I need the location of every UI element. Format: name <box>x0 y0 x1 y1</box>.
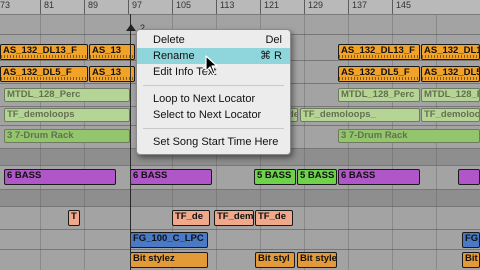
menu-item-label: Rename <box>153 50 195 62</box>
clip-mtdl-128-perc[interactable]: MTDL_128_Perc <box>338 88 420 102</box>
clip-label: FG_100_C_LPC <box>133 233 204 244</box>
ruler-bar-73: 73 <box>0 0 16 14</box>
clip-label: Bit s <box>465 253 479 264</box>
clip-label: TF_de <box>175 211 203 222</box>
menu-separator <box>143 85 284 86</box>
track-lane[interactable] <box>0 190 480 206</box>
clip-as-132-dl13[interactable]: AS_132_DL13_F <box>0 44 88 60</box>
menu-item-label: Set Song Start Time Here <box>153 136 279 148</box>
clip-label: TF_demoloops_ <box>303 109 376 120</box>
clip-label: 5 BASS <box>257 170 292 181</box>
clip-tf-demoloops[interactable]: TF_de <box>255 210 293 226</box>
insert-marker[interactable] <box>130 14 131 270</box>
clip-label: TF_demoloops <box>7 109 75 120</box>
ruler-bar-145: 145 <box>392 0 416 14</box>
clip-label: MTDL_128_Perc <box>7 89 81 100</box>
track-divider <box>0 165 480 166</box>
ruler-bar-105: 105 <box>172 0 196 14</box>
clip-label: 3 7-Drum Rack <box>341 130 408 141</box>
locator-context-menu: Delete Del Rename ⌘ R Edit Info Text Loo… <box>136 29 291 155</box>
clip-5-bass[interactable]: 5 BASS <box>297 169 337 185</box>
ruler-bar-113: 113 <box>216 0 240 14</box>
clip-as-132-dl13[interactable]: AS_132_DL13_F <box>421 44 480 60</box>
track-lane[interactable] <box>0 250 480 270</box>
shortcut-label: Del <box>265 34 282 46</box>
clip-label: MTDL_128_Perc <box>424 89 479 100</box>
clip-label: TF_dem <box>217 211 254 222</box>
clip-label: T <box>71 211 77 222</box>
clip-drum-rack[interactable]: 3 7-Drum Rack <box>4 129 130 143</box>
clip-tf-demoloops[interactable]: TF_de <box>172 210 210 226</box>
menu-item-loop-to-next-locator[interactable]: Loop to Next Locator <box>137 91 290 107</box>
clip-label: 3 7-Drum Rack <box>7 130 74 141</box>
track-divider <box>0 229 480 230</box>
track-divider <box>0 189 480 190</box>
beat-time-ruler[interactable]: 73 81 89 97 105 113 121 129 137 145 <box>0 0 480 15</box>
grid-line <box>304 15 305 270</box>
clip-6-bass[interactable] <box>458 169 480 185</box>
ruler-bar-129: 129 <box>304 0 328 14</box>
mouse-pointer-icon <box>205 55 218 75</box>
clip-label: MTDL_128_Perc <box>341 89 415 100</box>
clip-label: 6 BASS <box>133 170 168 181</box>
clip-tf-demoloops[interactable]: TF_demoloops_ <box>421 108 480 122</box>
track-lane[interactable] <box>0 230 480 249</box>
clip-6-bass[interactable]: 6 BASS <box>338 169 420 185</box>
clip-tf-demoloops[interactable]: TF_dem <box>214 210 254 226</box>
ruler-bar-137: 137 <box>348 0 372 14</box>
menu-item-set-song-start-time[interactable]: Set Song Start Time Here <box>137 134 290 150</box>
clip-label: 5 BASS <box>300 170 335 181</box>
clip-label: Bit stylez <box>133 253 175 264</box>
ruler-bar-97: 97 <box>128 0 148 14</box>
locator-icon[interactable] <box>126 24 136 31</box>
clip-as-132-dl5[interactable]: AS_132_DL5_F <box>0 66 88 82</box>
clip-mtdl-128-perc[interactable]: MTDL_128_Perc <box>4 88 130 102</box>
clip-label: Bit styl <box>258 253 290 264</box>
clip-as-132-dl5[interactable]: AS_132_DL5_F <box>338 66 420 82</box>
clip-as-132-dl13[interactable]: AS_13 <box>89 44 135 60</box>
clip-mtdl-128-perc[interactable]: MTDL_128_Perc <box>421 88 480 102</box>
ruler-bar-121: 121 <box>260 0 284 14</box>
clip-label: 6 BASS <box>7 170 42 181</box>
menu-item-label: Delete <box>153 34 185 46</box>
clip-drum-rack[interactable]: 3 7-Drum Rack <box>338 129 480 143</box>
menu-item-delete[interactable]: Delete Del <box>137 32 290 48</box>
arrangement-view: 73 81 89 97 105 113 121 129 137 145 AS_1… <box>0 0 480 270</box>
clip-label: 6 BASS <box>341 170 376 181</box>
clip-as-132-dl5[interactable]: AS_132_DL5_F <box>421 66 480 82</box>
clip-6-bass[interactable]: 6 BASS <box>130 169 212 185</box>
clip-bit-stylez[interactable]: Bit stylez <box>130 252 208 268</box>
clip-bit-stylez[interactable]: Bit s <box>462 252 480 268</box>
clip-label: TF_demoloops_ <box>424 109 480 120</box>
menu-item-select-to-next-locator[interactable]: Select to Next Locator <box>137 107 290 123</box>
ruler-bar-81: 81 <box>40 0 60 14</box>
clip-label: Bit stylez <box>300 253 337 264</box>
clip-label: TF_de <box>258 211 286 222</box>
menu-separator <box>143 128 284 129</box>
clip-tf-demoloops[interactable]: TF_demoloops_ <box>300 108 420 122</box>
clip-fg-100-c-lpc[interactable]: FG_ <box>462 232 480 248</box>
menu-item-label: Select to Next Locator <box>153 109 262 121</box>
clip-bit-stylez[interactable]: Bit stylez <box>297 252 337 268</box>
clip-tf-demoloops[interactable]: TF_demoloops <box>4 108 130 122</box>
clip-fg-100-c-lpc[interactable]: FG_100_C_LPC <box>130 232 208 248</box>
clip-6-bass[interactable]: 6 BASS <box>4 169 116 185</box>
track-divider <box>0 206 480 207</box>
clip-label: FG_ <box>465 233 479 244</box>
ruler-bar-89: 89 <box>84 0 104 14</box>
shortcut-label: ⌘ R <box>260 50 282 62</box>
track-divider <box>0 249 480 250</box>
clip-bit-stylez[interactable]: Bit styl <box>255 252 295 268</box>
menu-item-label: Loop to Next Locator <box>153 93 256 105</box>
clip-as-132-dl5[interactable]: AS_13 <box>89 66 135 82</box>
clip-5-bass[interactable]: 5 BASS <box>254 169 296 185</box>
clip-tf-demoloops[interactable]: T <box>68 210 80 226</box>
clip-as-132-dl13[interactable]: AS_132_DL13_F <box>338 44 420 60</box>
